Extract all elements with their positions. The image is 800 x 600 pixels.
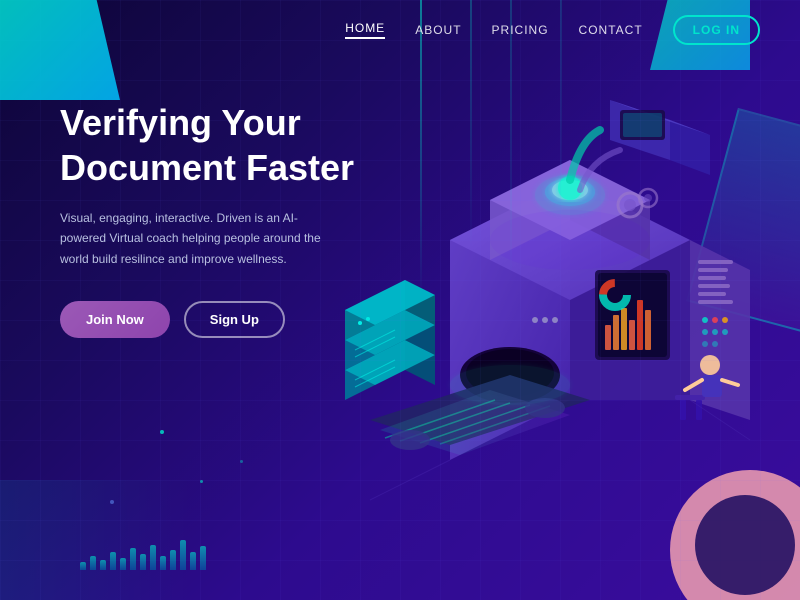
chart-bar [170, 550, 176, 570]
particle-1 [160, 430, 164, 434]
chart-bar [160, 556, 166, 570]
particle-3 [110, 500, 114, 504]
navbar: HOME ABOUT PRICING CONTACT LOG IN [0, 0, 800, 60]
page-wrapper: HOME ABOUT PRICING CONTACT LOG IN Verify… [0, 0, 800, 600]
chart-bar [110, 552, 116, 570]
nav-home[interactable]: HOME [345, 21, 385, 39]
join-button[interactable]: Join Now [60, 301, 170, 338]
bottom-chart [80, 540, 206, 570]
chart-bar [150, 545, 156, 570]
chart-bar [100, 560, 106, 570]
hero-title: Verifying Your Document Faster [60, 100, 380, 190]
chart-bar [190, 552, 196, 570]
chart-bar [130, 548, 136, 570]
nav-contact[interactable]: CONTACT [579, 23, 643, 37]
chart-bar [90, 556, 96, 570]
particle-2 [200, 480, 203, 483]
hero-content: Verifying Your Document Faster Visual, e… [60, 100, 380, 338]
deco-circle-inner [695, 495, 795, 595]
signup-button[interactable]: Sign Up [184, 301, 285, 338]
hero-buttons: Join Now Sign Up [60, 301, 380, 338]
chart-bar [140, 554, 146, 570]
nav-links: HOME ABOUT PRICING CONTACT LOG IN [345, 15, 760, 45]
nav-pricing[interactable]: PRICING [492, 23, 549, 37]
chart-bar [180, 540, 186, 570]
nav-about[interactable]: ABOUT [415, 23, 461, 37]
chart-bar [200, 546, 206, 570]
hero-subtitle: Visual, engaging, interactive. Driven is… [60, 208, 330, 269]
particle-4 [240, 460, 243, 463]
chart-bar [120, 558, 126, 570]
chart-bar [80, 562, 86, 570]
login-button[interactable]: LOG IN [673, 15, 760, 45]
